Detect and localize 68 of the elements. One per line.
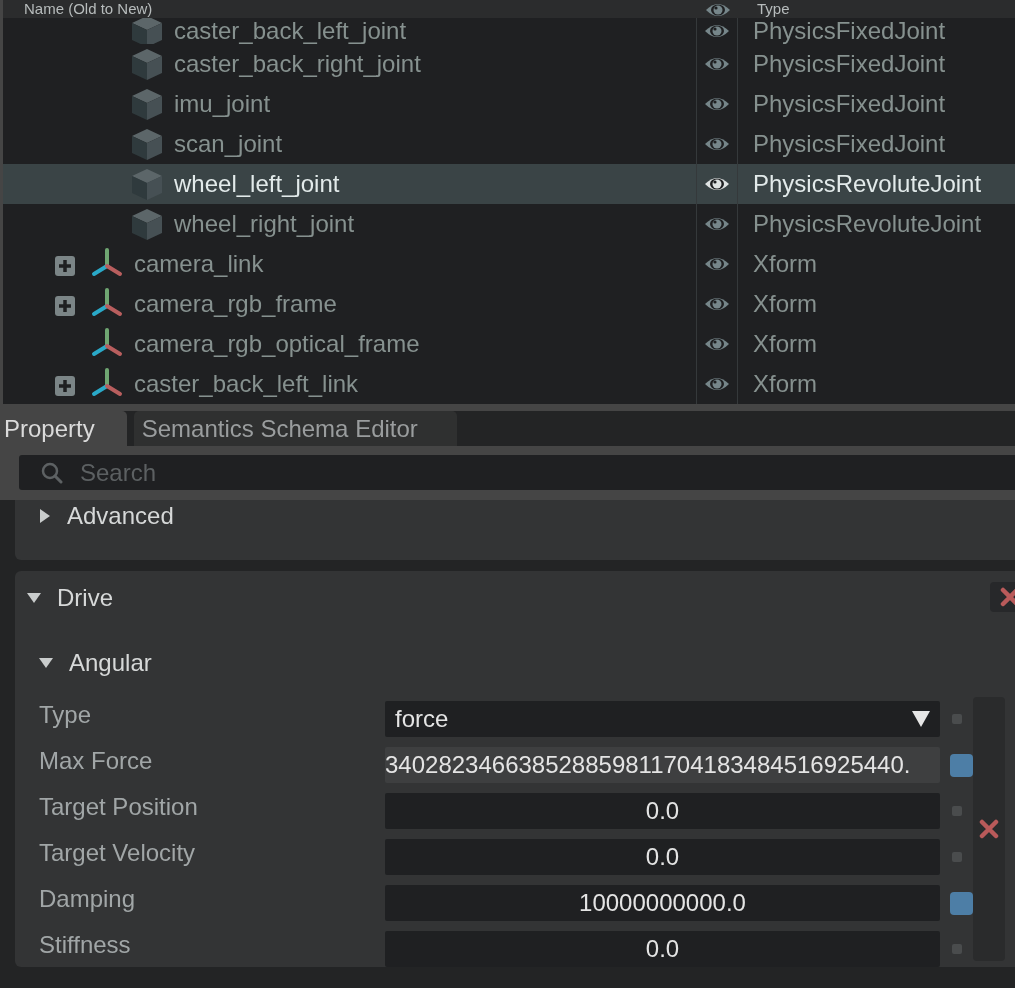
property-label: Type [38,701,93,729]
prim-type: PhysicsFixedJoint [753,50,946,78]
section-header[interactable]: Drive [15,571,113,612]
cube-icon [130,87,164,121]
group-header[interactable]: Angular [15,649,1015,677]
tree-row[interactable]: camera_link Xform [3,244,1015,284]
expand-icon [39,509,51,523]
property-label: Max Force [38,747,154,775]
expand-icon[interactable] [55,296,75,316]
cube-icon [130,207,164,241]
property-label: Stiffness [38,931,132,959]
prim-name: camera_rgb_optical_frame [134,330,420,358]
tree-row[interactable]: wheel_left_joint PhysicsRevoluteJoint [3,164,1015,204]
number-field[interactable]: 0.0 [385,793,940,829]
cube-icon [130,127,164,161]
property-label: Target Position [38,793,199,821]
close-icon [979,819,999,839]
remove-button[interactable] [990,582,1015,612]
close-icon [1000,587,1015,607]
tree-row[interactable]: imu_joint PhysicsFixedJoint [3,84,1015,124]
prim-name: caster_back_left_link [134,370,359,398]
tree-row[interactable]: caster_back_left_joint PhysicsFixedJoint [3,18,1015,44]
search-field[interactable]: Search [19,455,1015,490]
prim-name: caster_back_left_joint [174,18,407,44]
property-label: Target Velocity [38,839,197,867]
prim-name: scan_joint [174,130,283,158]
number-field[interactable]: 10000000000.0 [385,885,940,921]
prim-type: Xform [753,250,817,278]
eye-icon[interactable] [704,176,730,192]
tree-row[interactable]: camera_rgb_optical_frame Xform [3,324,1015,364]
cube-icon [130,18,164,44]
prim-name: wheel_right_joint [174,210,355,238]
tree-row[interactable]: camera_rgb_frame Xform [3,284,1015,324]
prim-type: Xform [753,290,817,318]
column-header[interactable]: Name (Old to New) [24,0,153,18]
dropdown-arrow-icon [912,711,930,727]
prim-type: PhysicsFixedJoint [753,90,946,118]
modified-indicator[interactable] [950,891,973,915]
search-icon [41,462,63,484]
number-field[interactable]: 0.0 [385,931,940,967]
collapse-icon [39,657,53,669]
modified-indicator[interactable] [950,753,973,777]
expand-icon[interactable] [55,376,75,396]
section-header[interactable]: Advanced [15,500,174,530]
prim-type: PhysicsRevoluteJoint [753,210,982,238]
tree-row[interactable]: wheel_right_joint PhysicsRevoluteJoint [3,204,1015,244]
prim-type: Xform [753,330,817,358]
prim-name: camera_rgb_frame [134,290,337,318]
column-header[interactable]: Type [757,0,790,18]
panel-tab[interactable]: Semantics Schema Editor [133,411,457,446]
panel-tab[interactable]: Property [0,411,127,446]
number-field[interactable]: 340282346638528859811704183484516925440. [385,747,940,783]
tree-row[interactable]: caster_back_right_joint PhysicsFixedJoint [3,44,1015,84]
expand-icon[interactable] [55,256,75,276]
cube-icon [130,167,164,201]
number-field[interactable]: 0.0 [385,839,940,875]
prim-name: camera_link [134,250,264,278]
prim-type: Xform [753,370,817,398]
prim-name: imu_joint [174,90,271,118]
prim-type: PhysicsFixedJoint [753,18,946,44]
prim-type: PhysicsFixedJoint [753,130,946,158]
prim-type: PhysicsRevoluteJoint [753,170,982,198]
collapse-icon [27,592,41,604]
prim-name: wheel_left_joint [174,170,340,198]
prim-name: caster_back_right_joint [174,50,421,78]
property-label: Damping [38,885,137,913]
dropdown[interactable]: force [385,701,940,737]
cube-icon [130,47,164,81]
